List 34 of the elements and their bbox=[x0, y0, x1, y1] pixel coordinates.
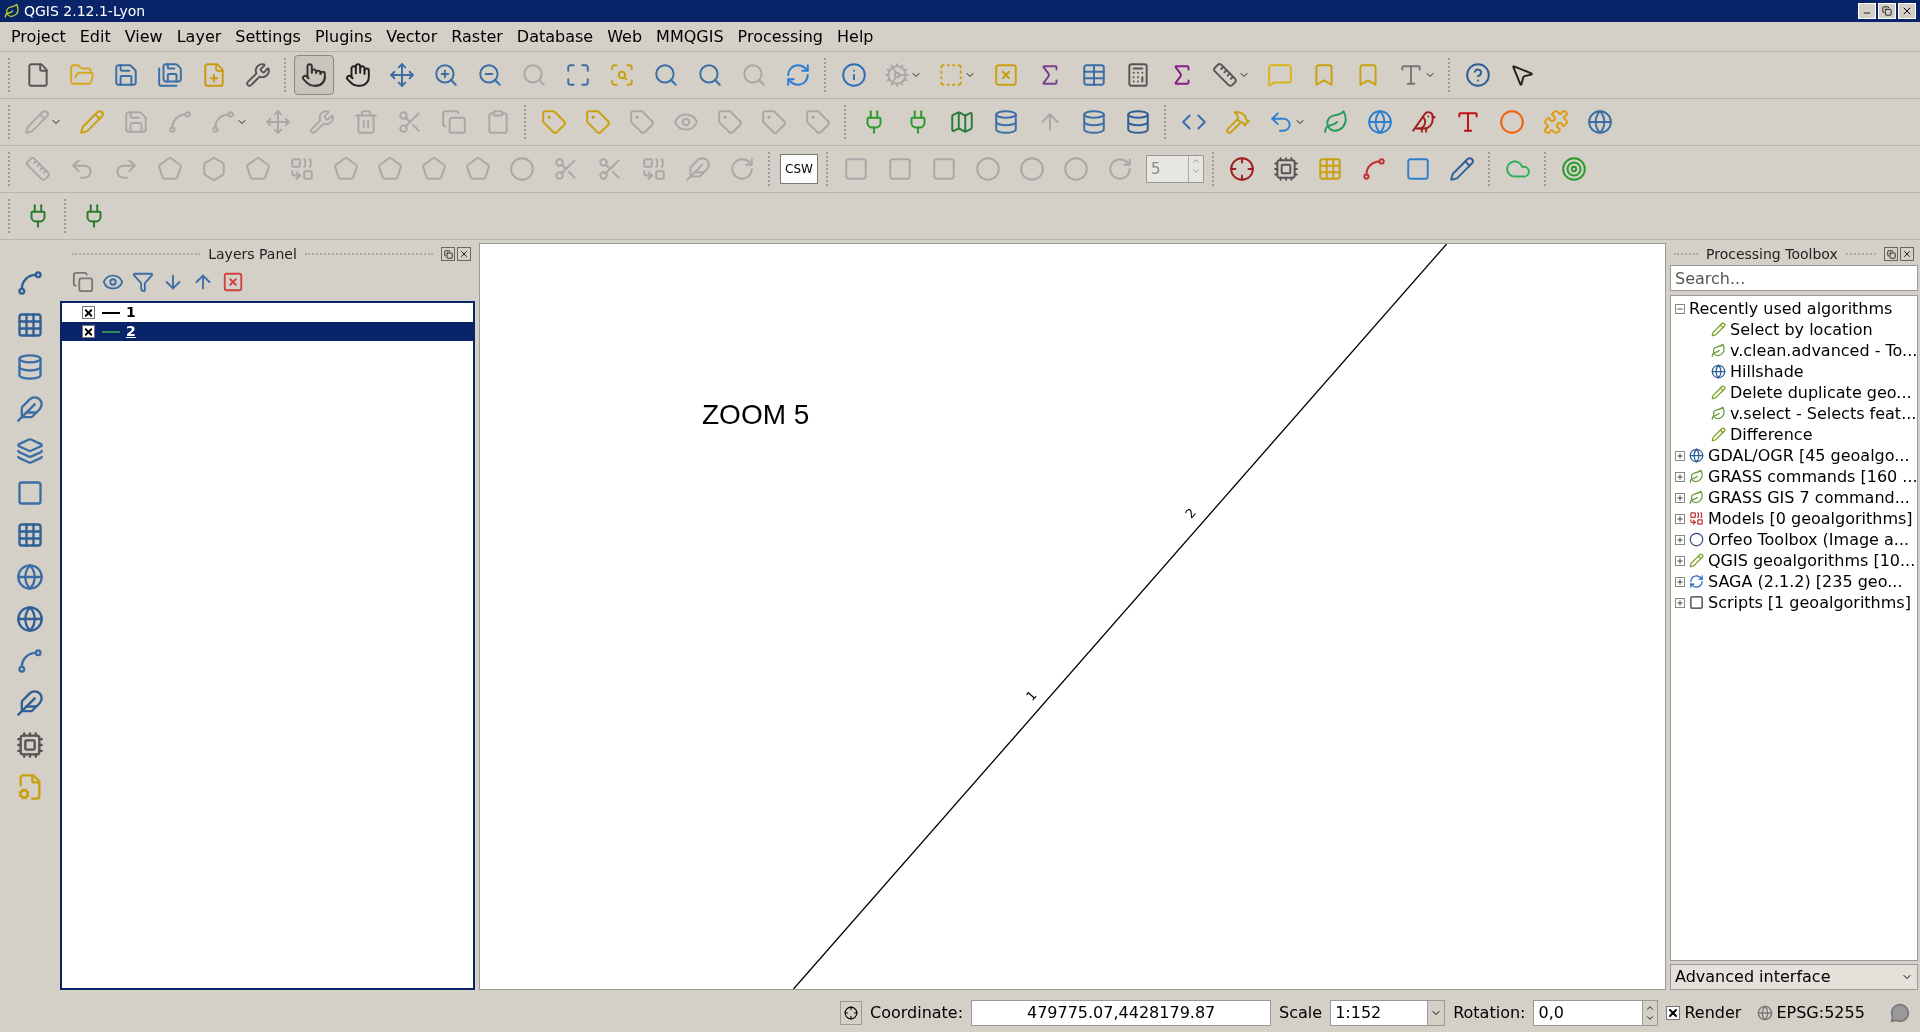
scale-dropdown[interactable]: 1:152 bbox=[1330, 1000, 1446, 1026]
rotation-field[interactable]: 0,0 bbox=[1533, 1000, 1659, 1026]
menu-item[interactable]: Processing bbox=[730, 24, 830, 49]
coordinate-field[interactable]: 479775.07,4428179.87 bbox=[971, 1000, 1272, 1026]
feature-label: 1 bbox=[1022, 687, 1040, 704]
menu-item[interactable]: Edit bbox=[72, 24, 118, 49]
menu-item[interactable]: MMQGIS bbox=[649, 24, 731, 49]
menu-item[interactable]: Database bbox=[509, 24, 601, 49]
window-title: QGIS 2.12.1-Lyon bbox=[24, 1, 146, 21]
layer-name: 1 bbox=[126, 303, 136, 322]
menu-item[interactable]: Plugins bbox=[307, 24, 380, 49]
menu-item[interactable]: Settings bbox=[228, 24, 308, 49]
menu-item[interactable]: View bbox=[117, 24, 170, 49]
menu-item[interactable]: Layer bbox=[169, 24, 229, 49]
scale-label: Scale bbox=[1279, 1002, 1323, 1024]
menu-item[interactable]: Vector bbox=[379, 24, 445, 49]
menu-item[interactable]: Help bbox=[830, 24, 881, 49]
menu-item[interactable]: Raster bbox=[444, 24, 510, 49]
crs-label[interactable]: EPSG:5255 bbox=[1776, 1001, 1865, 1025]
map-title: ZOOM 5 bbox=[702, 398, 810, 432]
rotation-label: Rotation: bbox=[1453, 1002, 1526, 1024]
panel-title: Layers Panel bbox=[208, 244, 297, 264]
search-field[interactable]: Search... bbox=[1670, 265, 1918, 291]
layer-name: 2 bbox=[126, 322, 136, 341]
feature-label: 2 bbox=[1182, 505, 1199, 522]
panel-title: Processing Toolbox bbox=[1706, 244, 1838, 264]
coordinate-label: Coordinate: bbox=[870, 1002, 964, 1024]
map-canvas[interactable]: ZOOM 5 1 2 bbox=[479, 243, 1666, 990]
layer-row[interactable]: 2 bbox=[62, 322, 473, 341]
csw-button[interactable]: CSW bbox=[780, 154, 818, 184]
render-label: Render bbox=[1684, 1002, 1742, 1024]
menu-item[interactable]: Project bbox=[4, 24, 73, 49]
menu-item[interactable]: Web bbox=[600, 24, 650, 49]
interface-dropdown[interactable]: Advanced interface bbox=[1670, 964, 1918, 990]
